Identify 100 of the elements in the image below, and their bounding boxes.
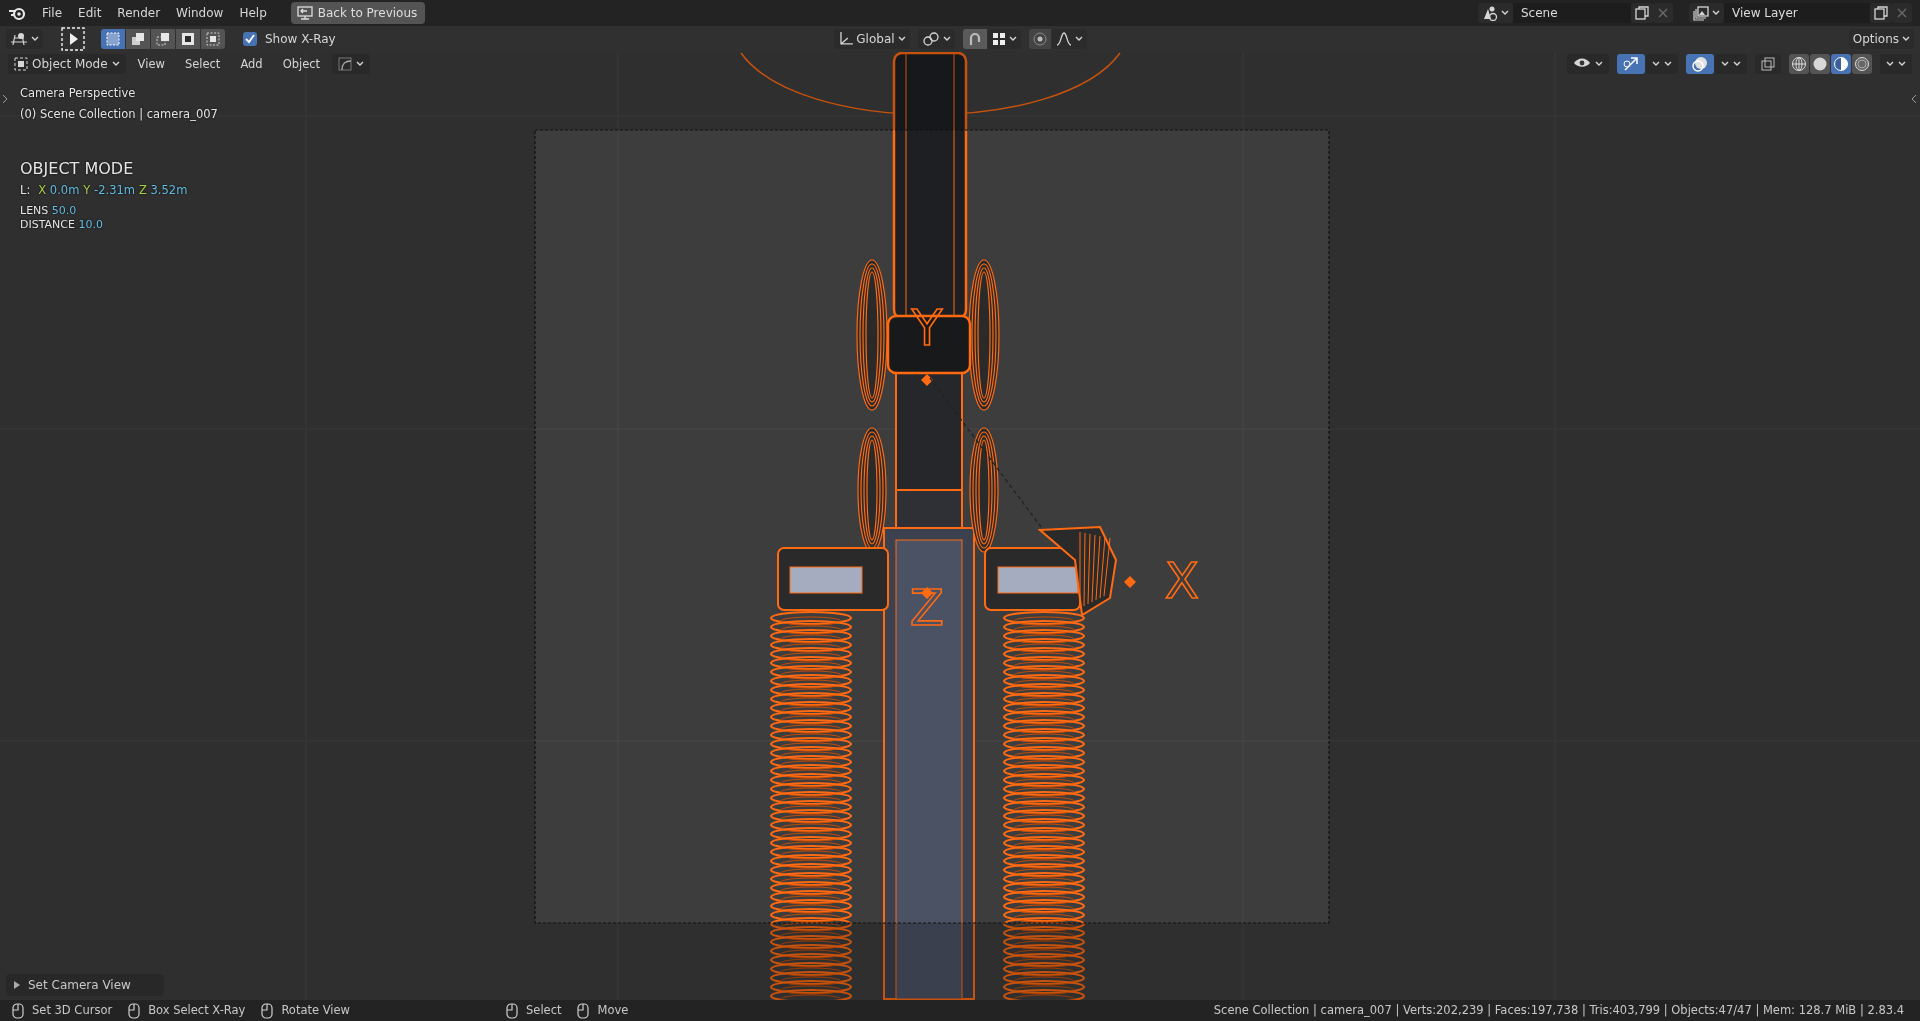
- link-icon: [921, 31, 940, 47]
- close-icon: [1896, 7, 1908, 19]
- dropdown-button[interactable]: [1478, 3, 1513, 23]
- mode-dropdown[interactable]: Object Mode: [8, 54, 126, 74]
- caret-icon: [942, 36, 951, 42]
- menu-item[interactable]: Window: [168, 3, 232, 23]
- hint-label: Box Select X-Ray: [148, 1001, 246, 1019]
- mode-heading: OBJECT MODE: [20, 158, 135, 179]
- caret-icon: [1712, 10, 1720, 16]
- selection-mode-icon: [105, 31, 121, 47]
- selection-mode-icon: [205, 31, 221, 47]
- close-icon: [1657, 7, 1669, 19]
- gizmo-dropdown[interactable]: [1646, 54, 1678, 74]
- copy-icon: [1874, 6, 1888, 20]
- menu-item[interactable]: Add: [232, 54, 271, 74]
- blender-logo-icon[interactable]: [8, 5, 26, 21]
- snap-dropdown[interactable]: [987, 29, 1021, 49]
- select-tool-icon[interactable]: [61, 27, 85, 51]
- hint-label: Rotate View: [281, 1001, 350, 1019]
- copy-button[interactable]: [1631, 3, 1653, 23]
- select-mode-button[interactable]: [176, 29, 200, 49]
- axes-icon: [837, 31, 854, 47]
- checkbox-label: Show X-Ray: [265, 31, 336, 48]
- scene-field[interactable]: Scene: [1513, 3, 1631, 23]
- shading-mode-button[interactable]: [1810, 54, 1830, 74]
- editor-type-button[interactable]: [6, 29, 43, 49]
- overlay-circles-icon: [1692, 56, 1708, 72]
- scene-icon: [1482, 5, 1498, 21]
- curve-dropdown[interactable]: [332, 54, 371, 74]
- options-dropdown[interactable]: Options: [1848, 29, 1914, 49]
- orientation-dropdown[interactable]: Global: [833, 29, 910, 49]
- hint-label: Select: [526, 1001, 562, 1019]
- hint-label: Set 3D Cursor: [32, 1001, 113, 1019]
- curve-icon: [338, 57, 353, 71]
- location-value: Z 3.52m: [139, 181, 188, 199]
- menu-item[interactable]: Render: [109, 3, 169, 23]
- menu-item[interactable]: Select: [176, 54, 229, 74]
- select-mode-button[interactable]: [151, 29, 175, 49]
- distance-readout: DISTANCE 10.0: [20, 217, 104, 232]
- object-mode-icon: [14, 57, 28, 71]
- grid-dots-icon: [991, 32, 1006, 46]
- caret-icon: [1074, 36, 1083, 42]
- shading-mode-button[interactable]: [1831, 54, 1851, 74]
- xray-checkbox[interactable]: [243, 32, 257, 46]
- checkmark-icon: [245, 34, 255, 44]
- target-icon: [1032, 32, 1047, 46]
- menu-item[interactable]: Edit: [70, 3, 110, 23]
- menu-item[interactable]: View: [129, 54, 173, 74]
- overlay-toggle[interactable]: [1686, 54, 1714, 74]
- shading-sphere-icon: [1854, 56, 1870, 72]
- select-mode-button[interactable]: [126, 29, 150, 49]
- mouse-icon: [12, 1002, 24, 1019]
- lens-readout: LENS 50.0: [20, 203, 78, 218]
- select-mode-button[interactable]: [201, 29, 225, 49]
- sidebar-toggle-icon[interactable]: [2, 94, 8, 104]
- proportional-toggle[interactable]: [1028, 29, 1051, 49]
- shading-sphere-icon: [1791, 56, 1807, 72]
- gizmo-toggle[interactable]: [1617, 54, 1645, 74]
- sidebar-toggle-icon[interactable]: [1911, 94, 1917, 104]
- location-value: X 0.0m: [38, 181, 80, 199]
- location-label: L:: [20, 181, 31, 199]
- menu-item[interactable]: File: [34, 3, 71, 23]
- caret-icon: [1902, 36, 1910, 42]
- last-operator-panel[interactable]: Set Camera View: [6, 974, 164, 996]
- copy-button[interactable]: [1870, 3, 1892, 23]
- shading-sphere-icon: [1833, 56, 1849, 72]
- selection-mode-icon: [130, 31, 146, 47]
- caret-icon: [356, 61, 365, 67]
- scene-statistics: Scene Collection | camera_007 | Verts:202,239 | Faces:197,738 | Tris:403,799 | Objects:47/47 | Mem: 128.7 MiB | 2.83.4: [1213, 1001, 1904, 1019]
- selection-mode-icon: [155, 31, 171, 47]
- xray-icon: [1761, 57, 1775, 71]
- caret-icon: [897, 36, 906, 42]
- dropdown-button[interactable]: [1689, 3, 1724, 23]
- menu-item[interactable]: Object: [274, 54, 329, 74]
- mouse-icon: [577, 1002, 590, 1019]
- back-button[interactable]: Back to Previous: [290, 2, 426, 24]
- xray-toggle[interactable]: [1755, 54, 1781, 74]
- overlay-dropdown[interactable]: [1715, 54, 1747, 74]
- hint-label: Move: [597, 1001, 629, 1019]
- shading-sphere-icon: [1812, 56, 1828, 72]
- gizmo-icon: [1623, 56, 1639, 72]
- mouse-icon: [128, 1002, 141, 1019]
- caret-icon: [1008, 36, 1017, 42]
- mouse-icon: [506, 1002, 518, 1019]
- editor-icon: [10, 32, 28, 46]
- location-value: Y -2.31m: [83, 181, 135, 199]
- falloff-dropdown[interactable]: [1051, 29, 1087, 49]
- visibility-dropdown[interactable]: [1567, 54, 1609, 74]
- shading-mode-button[interactable]: [1789, 54, 1809, 74]
- view-layer-field[interactable]: View Layer: [1724, 3, 1870, 23]
- collection-label: (0) Scene Collection | camera_007: [20, 106, 218, 124]
- caret-icon: [1501, 10, 1509, 16]
- menu-item[interactable]: Help: [231, 3, 275, 23]
- caret-icon: [31, 36, 39, 42]
- shading-dropdown[interactable]: [1880, 54, 1912, 74]
- shading-mode-button[interactable]: [1852, 54, 1872, 74]
- view-name-label: Camera Perspective: [20, 85, 137, 102]
- pivot-dropdown[interactable]: [917, 29, 955, 49]
- image-stack-icon: [1693, 5, 1709, 21]
- snap-toggle[interactable]: [962, 29, 987, 49]
